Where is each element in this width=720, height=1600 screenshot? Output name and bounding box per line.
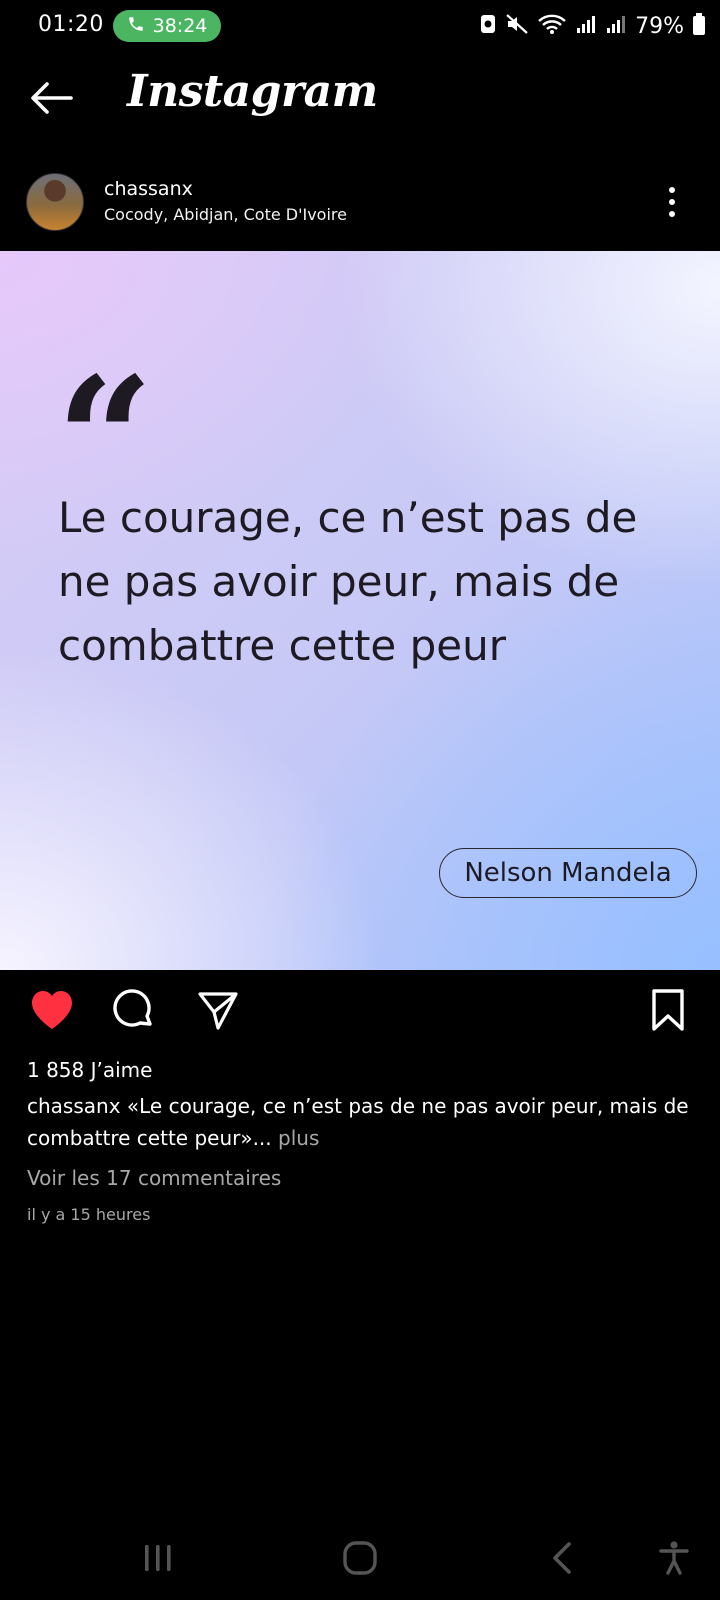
more-dot: [669, 187, 675, 193]
quote-author: Nelson Mandela: [439, 848, 697, 898]
arrow-left-icon: [29, 80, 73, 120]
signal-icon: [605, 13, 627, 39]
view-comments-link[interactable]: Voir les 17 commentaires: [27, 1166, 281, 1190]
bookmark-icon: [648, 988, 688, 1036]
status-icons: 79%: [479, 10, 706, 42]
back-button[interactable]: [26, 78, 76, 122]
send-icon: [196, 988, 240, 1036]
save-button[interactable]: [644, 988, 692, 1036]
status-bar: 01:20 38:24 79%: [0, 0, 720, 52]
wifi-icon: [537, 13, 567, 39]
caption-text: «Le courage, ce n’est pas de ne pas avoi…: [27, 1094, 689, 1150]
recent-apps-button[interactable]: [130, 1538, 186, 1582]
mute-icon: [505, 13, 529, 39]
app-header: Instagram: [0, 60, 720, 140]
battery-icon: [692, 12, 706, 40]
system-nav-bar: [0, 1530, 720, 1590]
call-duration: 38:24: [152, 15, 208, 37]
heart-filled-icon: [29, 989, 75, 1035]
signal-icon: [575, 13, 597, 39]
comment-icon: [112, 988, 156, 1036]
system-back-button[interactable]: [534, 1538, 590, 1582]
post-caption: chassanx «Le courage, ce n’est pas de ne…: [27, 1090, 697, 1154]
post-timestamp: il y a 15 heures: [27, 1205, 151, 1224]
quote-mark: “: [56, 340, 154, 540]
status-time: 01:20: [38, 12, 104, 37]
battery-percent: 79%: [635, 13, 684, 39]
accessibility-icon: [658, 1540, 690, 1580]
post-image[interactable]: “ Le courage, ce n’est pas de ne pas avo…: [0, 251, 720, 970]
ongoing-call-pill[interactable]: 38:24: [113, 10, 221, 42]
caption-more-link[interactable]: plus: [278, 1126, 319, 1150]
screenshot-icon: [479, 13, 497, 39]
recent-apps-icon: [141, 1542, 175, 1578]
post-location[interactable]: Cocody, Abidjan, Cote D'Ivoire: [104, 205, 347, 224]
comment-button[interactable]: [110, 988, 158, 1036]
home-button[interactable]: [332, 1538, 388, 1582]
more-dot: [669, 211, 675, 217]
quote-text: Le courage, ce n’est pas de ne pas avoir…: [58, 493, 638, 670]
instagram-logo: Instagram: [127, 66, 378, 117]
avatar[interactable]: [26, 173, 84, 231]
home-icon: [342, 1540, 378, 1580]
post-header: chassanx Cocody, Abidjan, Cote D'Ivoire: [0, 170, 720, 236]
post-actions: [0, 980, 720, 1044]
accessibility-button[interactable]: [646, 1538, 702, 1582]
more-options-button[interactable]: [660, 182, 684, 222]
back-icon: [547, 1540, 577, 1580]
phone-icon: [127, 15, 145, 37]
post-username[interactable]: chassanx: [104, 178, 193, 200]
more-dot: [669, 199, 675, 205]
share-button[interactable]: [194, 990, 242, 1034]
caption-username[interactable]: chassanx: [27, 1094, 121, 1118]
like-button[interactable]: [28, 990, 76, 1034]
likes-count[interactable]: 1 858 J’aime: [27, 1058, 152, 1082]
